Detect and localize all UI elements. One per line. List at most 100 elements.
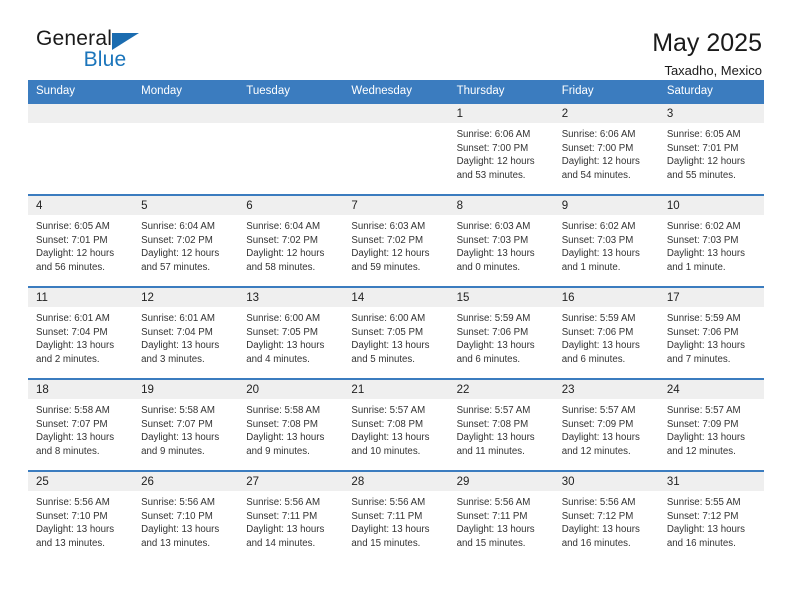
daylight-duration-line1: Daylight: 13 hours: [141, 340, 220, 352]
calendar-day-cell[interactable]: 10 Sunrise: 6:02 AM Sunset: 7:03 PM Dayligh…: [658, 194, 764, 287]
sunset-time: Sunset: 7:01 PM: [666, 142, 739, 154]
daylight-duration-line1: Daylight: 12 hours: [351, 248, 430, 260]
calendar-day-cell[interactable]: 17 Sunrise: 5:59 AM Sunset: 7:06 PM Dayligh…: [658, 286, 764, 379]
day-number: 14: [343, 288, 449, 307]
calendar-day-cell[interactable]: 21 Sunrise: 5:57 AM Sunset: 7:08 PM Dayligh…: [343, 378, 449, 471]
day-details: Sunrise: 6:04 AM Sunset: 7:02 PM Daylight:…: [133, 215, 238, 274]
day-number: 9: [553, 196, 659, 215]
daylight-duration-line2: and 54 minutes.: [561, 169, 631, 181]
calendar-day-cell[interactable]: 26 Sunrise: 5:56 AM Sunset: 7:10 PM Dayligh…: [133, 470, 239, 562]
calendar-day-cell[interactable]: 16 Sunrise: 5:59 AM Sunset: 7:06 PM Dayligh…: [553, 286, 659, 379]
sunset-time: Sunset: 7:12 PM: [666, 510, 739, 522]
daylight-duration-line1: Daylight: 13 hours: [456, 248, 535, 260]
calendar-day-cell[interactable]: 27 Sunrise: 5:56 AM Sunset: 7:11 PM Dayligh…: [238, 470, 344, 562]
day-number: 22: [448, 380, 554, 399]
calendar-day-cell[interactable]: 18 Sunrise: 5:58 AM Sunset: 7:07 PM Dayligh…: [28, 378, 134, 471]
sunrise-time: Sunrise: 6:01 AM: [141, 313, 215, 324]
day-details: Sunrise: 6:02 AM Sunset: 7:03 PM Daylight:…: [659, 215, 764, 274]
daylight-duration-line2: and 9 minutes.: [141, 445, 205, 457]
calendar-day-cell[interactable]: 28 Sunrise: 5:56 AM Sunset: 7:11 PM Dayligh…: [343, 470, 449, 562]
daylight-duration-line2: and 7 minutes.: [666, 353, 731, 365]
daylight-duration-line1: Daylight: 13 hours: [351, 524, 430, 536]
daylight-duration-line1: Daylight: 13 hours: [666, 524, 745, 536]
sunset-time: Sunset: 7:01 PM: [36, 234, 108, 246]
sunset-time: Sunset: 7:02 PM: [141, 234, 213, 246]
day-details: Sunrise: 6:01 AM Sunset: 7:04 PM Daylight:…: [133, 307, 238, 366]
daylight-duration-line1: Daylight: 12 hours: [36, 248, 115, 260]
daylight-duration-line2: and 13 minutes.: [36, 537, 105, 549]
calendar-day-cell[interactable]: 29 Sunrise: 5:56 AM Sunset: 7:11 PM Dayligh…: [448, 470, 554, 562]
sunrise-time: Sunrise: 6:00 AM: [246, 313, 321, 324]
calendar-day-cell[interactable]: 12 Sunrise: 6:01 AM Sunset: 7:04 PM Dayligh…: [133, 286, 239, 379]
weekday-header-friday: Friday: [553, 80, 659, 103]
daylight-duration-line2: and 8 minutes.: [36, 445, 100, 457]
calendar-day-cell[interactable]: 8 Sunrise: 6:03 AM Sunset: 7:03 PM Daylight…: [448, 194, 554, 287]
sunset-time: Sunset: 7:11 PM: [351, 510, 423, 522]
daylight-duration-line2: and 0 minutes.: [456, 261, 521, 273]
calendar-day-cell[interactable]: 22 Sunrise: 5:57 AM Sunset: 7:08 PM Dayligh…: [448, 378, 554, 471]
logo-text-blue: Blue: [83, 48, 127, 71]
daylight-duration-line1: Daylight: 12 hours: [141, 248, 220, 260]
calendar-day-cell[interactable]: 11 Sunrise: 6:01 AM Sunset: 7:04 PM Dayligh…: [28, 286, 134, 379]
calendar-day-cell[interactable]: 24 Sunrise: 5:57 AM Sunset: 7:09 PM Dayligh…: [658, 378, 764, 471]
sunset-time: Sunset: 7:09 PM: [561, 418, 634, 430]
day-details: Sunrise: 6:03 AM Sunset: 7:02 PM Daylight:…: [343, 215, 448, 274]
day-details: Sunrise: 5:56 AM Sunset: 7:11 PM Daylight:…: [343, 491, 448, 550]
calendar-day-cell[interactable]: 31 Sunrise: 5:55 AM Sunset: 7:12 PM Dayligh…: [658, 470, 764, 562]
calendar-day-cell-empty: [238, 102, 344, 195]
day-number: 12: [133, 288, 239, 307]
day-number: 24: [658, 380, 764, 399]
daylight-duration-line2: and 53 minutes.: [456, 169, 526, 181]
daylight-duration-line1: Daylight: 13 hours: [561, 524, 640, 536]
daylight-duration-line2: and 12 minutes.: [561, 445, 631, 457]
sunset-time: Sunset: 7:05 PM: [246, 326, 318, 338]
calendar-day-cell[interactable]: 5 Sunrise: 6:04 AM Sunset: 7:02 PM Daylight…: [133, 194, 239, 287]
daylight-duration-line1: Daylight: 12 hours: [666, 156, 745, 168]
calendar-day-cell[interactable]: 25 Sunrise: 5:56 AM Sunset: 7:10 PM Dayligh…: [28, 470, 134, 562]
calendar-day-cell[interactable]: 7 Sunrise: 6:03 AM Sunset: 7:02 PM Daylight…: [343, 194, 449, 287]
sunrise-time: Sunrise: 6:00 AM: [351, 313, 426, 324]
daylight-duration-line2: and 1 minute.: [666, 261, 726, 273]
daylight-duration-line1: Daylight: 13 hours: [36, 432, 115, 444]
calendar-day-cell[interactable]: 4 Sunrise: 6:05 AM Sunset: 7:01 PM Daylight…: [28, 194, 134, 287]
calendar-day-cell[interactable]: 2 Sunrise: 6:06 AM Sunset: 7:00 PM Daylight…: [553, 102, 659, 195]
sunset-time: Sunset: 7:11 PM: [456, 510, 528, 522]
sunset-time: Sunset: 7:07 PM: [36, 418, 108, 430]
calendar-day-cell[interactable]: 13 Sunrise: 6:00 AM Sunset: 7:05 PM Dayligh…: [238, 286, 344, 379]
sunrise-time: Sunrise: 5:58 AM: [141, 405, 215, 416]
day-details: Sunrise: 5:56 AM Sunset: 7:11 PM Daylight:…: [238, 491, 343, 550]
calendar-day-cell[interactable]: 19 Sunrise: 5:58 AM Sunset: 7:07 PM Dayligh…: [133, 378, 239, 471]
calendar-day-cell[interactable]: 14 Sunrise: 6:00 AM Sunset: 7:05 PM Dayligh…: [343, 286, 449, 379]
calendar-day-cell[interactable]: 1 Sunrise: 6:06 AM Sunset: 7:00 PM Daylight…: [448, 102, 554, 195]
day-number: 15: [448, 288, 554, 307]
title-block: May 2025 Taxadho, Mexico: [652, 28, 764, 81]
calendar-day-cell[interactable]: 23 Sunrise: 5:57 AM Sunset: 7:09 PM Dayligh…: [553, 378, 659, 471]
calendar-day-cell[interactable]: 20 Sunrise: 5:58 AM Sunset: 7:08 PM Dayligh…: [238, 378, 344, 471]
day-number: 18: [28, 380, 134, 399]
daylight-duration-line1: Daylight: 12 hours: [561, 156, 640, 168]
day-details: Sunrise: 5:57 AM Sunset: 7:08 PM Daylight:…: [343, 399, 448, 458]
day-number: [133, 104, 239, 123]
weekday-header-tuesday: Tuesday: [238, 80, 344, 103]
daylight-duration-line2: and 12 minutes.: [666, 445, 736, 457]
daylight-duration-line1: Daylight: 13 hours: [561, 248, 640, 260]
daylight-duration-line1: Daylight: 13 hours: [456, 432, 535, 444]
calendar-day-cell[interactable]: 6 Sunrise: 6:04 AM Sunset: 7:02 PM Daylight…: [238, 194, 344, 287]
calendar-day-cell[interactable]: 3 Sunrise: 6:05 AM Sunset: 7:01 PM Daylight…: [658, 102, 764, 195]
sunrise-time: Sunrise: 5:55 AM: [666, 497, 741, 508]
calendar-day-cell[interactable]: 9 Sunrise: 6:02 AM Sunset: 7:03 PM Daylight…: [553, 194, 659, 287]
day-number: 27: [238, 472, 344, 491]
daylight-duration-line2: and 15 minutes.: [351, 537, 421, 549]
sunset-time: Sunset: 7:05 PM: [351, 326, 424, 338]
day-details: Sunrise: 5:56 AM Sunset: 7:10 PM Daylight:…: [133, 491, 238, 550]
day-number: 17: [658, 288, 764, 307]
calendar-day-cell[interactable]: 30 Sunrise: 5:56 AM Sunset: 7:12 PM Dayligh…: [553, 470, 659, 562]
sunrise-time: Sunrise: 6:04 AM: [246, 221, 321, 232]
calendar-day-cell[interactable]: 15 Sunrise: 5:59 AM Sunset: 7:06 PM Dayligh…: [448, 286, 554, 379]
day-number: 6: [238, 196, 344, 215]
day-number: 21: [343, 380, 449, 399]
day-details: Sunrise: 5:56 AM Sunset: 7:10 PM Daylight:…: [28, 491, 133, 550]
sunrise-time: Sunrise: 5:57 AM: [456, 405, 531, 416]
daylight-duration-line2: and 6 minutes.: [561, 353, 626, 365]
daylight-duration-line2: and 3 minutes.: [141, 353, 205, 365]
